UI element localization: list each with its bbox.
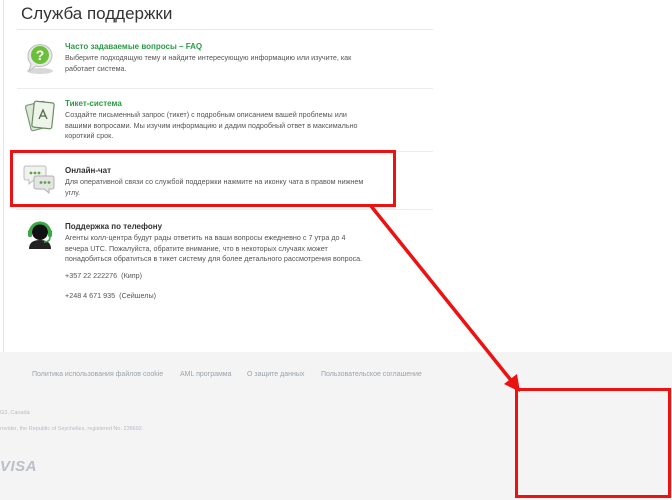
- annotation-arrow: [369, 204, 520, 392]
